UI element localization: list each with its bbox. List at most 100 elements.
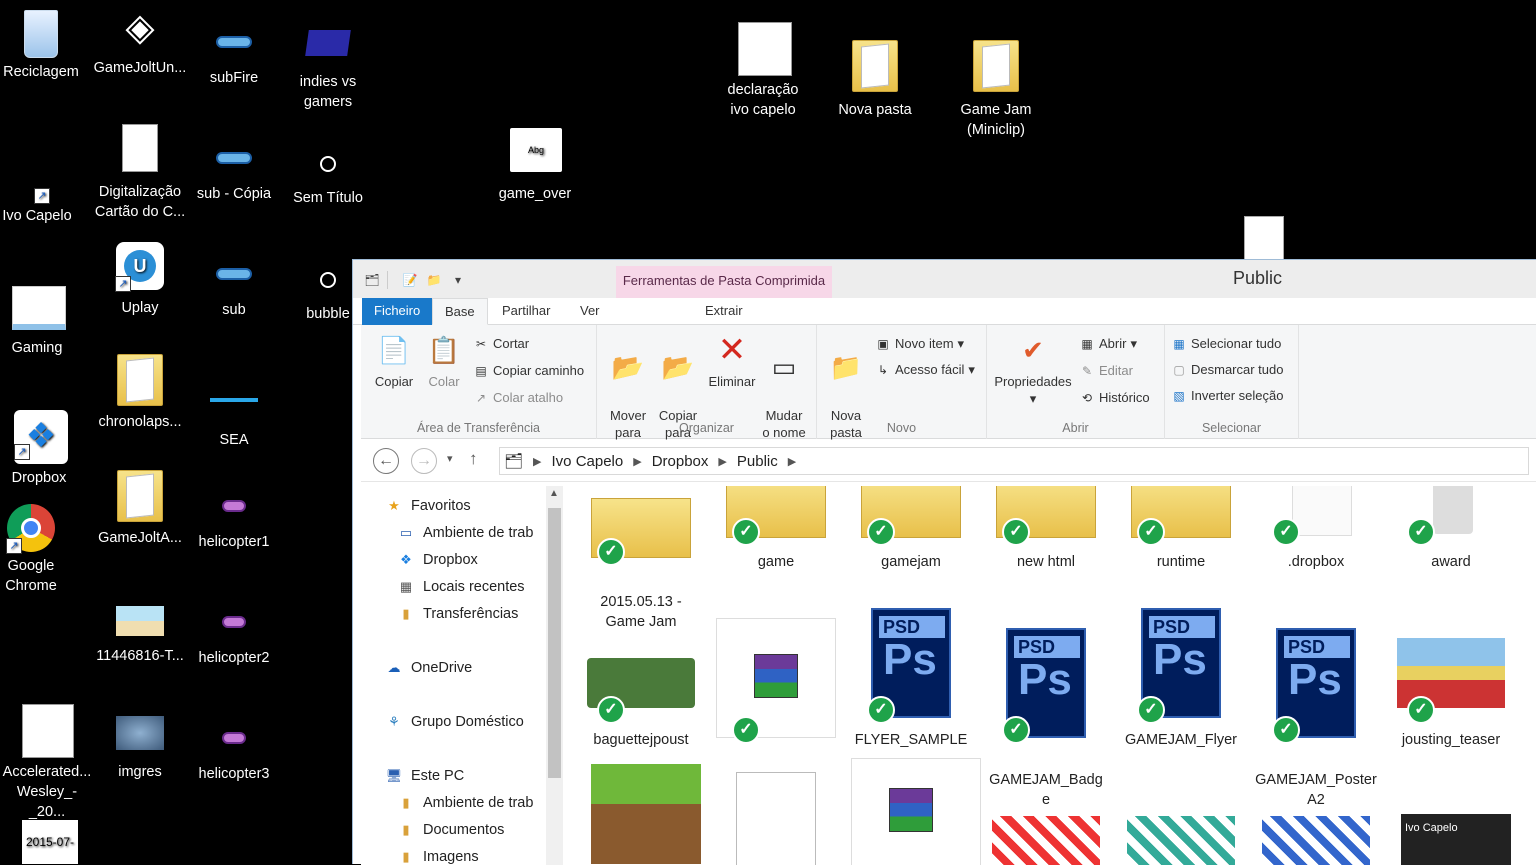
history-button[interactable]: ⟲ Histórico xyxy=(1079,387,1150,409)
sub-file[interactable]: sub xyxy=(187,256,281,320)
list-item[interactable]: ✓ new html xyxy=(981,486,1111,572)
chevron-right-icon[interactable]: ▶ xyxy=(718,455,726,468)
tab-home[interactable]: Base xyxy=(432,298,488,325)
nav-recent-places[interactable]: ▦ Locais recentes xyxy=(397,579,525,595)
chevron-right-icon[interactable]: ▶ xyxy=(533,455,541,468)
list-item[interactable]: ✓ runtime xyxy=(1116,486,1246,572)
chronolapse-folder[interactable]: chronolaps... xyxy=(93,354,187,432)
customize-toolbar-icon[interactable]: ▾ xyxy=(449,271,467,289)
cut-button[interactable]: ✂ Cortar xyxy=(473,333,529,355)
nav-pc-desktop[interactable]: ▮ Ambiente de trab xyxy=(397,795,533,811)
sync-check-icon: ✓ xyxy=(1002,518,1030,546)
copy-path-button[interactable]: ▤ Copiar caminho xyxy=(473,360,584,382)
invert-selection-button[interactable]: ▧ Inverter seleção xyxy=(1171,385,1283,407)
nova-pasta-folder[interactable]: Nova pasta xyxy=(828,40,922,120)
list-item[interactable] xyxy=(711,764,841,865)
minecraft-block-icon xyxy=(581,764,701,865)
nav-scrollbar[interactable]: ▲ xyxy=(546,486,563,865)
list-item[interactable]: ✓ game xyxy=(711,486,841,572)
explorer-app-icon[interactable]: 🗂 xyxy=(363,271,381,289)
dropbox-shortcut[interactable]: ❖ ↗ Dropbox xyxy=(0,410,86,488)
tab-share[interactable]: Partilhar xyxy=(490,298,562,325)
up-arrow-icon[interactable]: ↑ xyxy=(469,449,478,469)
recent-locations-chevron-icon[interactable]: ▾ xyxy=(447,452,453,465)
file-explorer-window: 🗂 📝 📁 ▾ Ferramentas de Pasta Comprimida … xyxy=(352,259,1536,865)
nav-favorites[interactable]: ★ Favoritos xyxy=(385,498,470,514)
edit-button[interactable]: ✎ Editar xyxy=(1079,360,1133,382)
properties-button[interactable]: ✔ Propriedades ▾ xyxy=(993,331,1073,407)
list-item[interactable]: ✓ jousting_teaser xyxy=(1386,598,1516,750)
list-item[interactable] xyxy=(1251,764,1381,865)
imgres-file[interactable]: imgres xyxy=(93,716,187,782)
image-11446816-file[interactable]: 11446816-T... xyxy=(93,606,187,666)
google-chrome-shortcut[interactable]: ↗ Google Chrome xyxy=(0,504,78,596)
nav-documents[interactable]: ▮ Documentos xyxy=(397,822,504,838)
breadcrumb-ivo-capelo[interactable]: Ivo Capelo xyxy=(552,453,624,470)
desktop-icon-label: SEA xyxy=(219,432,249,448)
tab-file[interactable]: Ficheiro xyxy=(362,298,433,325)
breadcrumb-public[interactable]: Public xyxy=(737,453,778,470)
paste-shortcut-button[interactable]: ↗ Colar atalho xyxy=(473,387,563,409)
list-item[interactable] xyxy=(1116,764,1246,865)
open-button[interactable]: ▦ Abrir ▾ xyxy=(1079,333,1137,355)
paste-button[interactable]: 📋 Colar xyxy=(419,331,469,390)
desktop-icon-label: Dropbox xyxy=(11,470,67,486)
chevron-right-icon[interactable]: ▶ xyxy=(788,455,796,468)
nav-onedrive[interactable]: ☁ OneDrive xyxy=(385,660,473,676)
ivo-capelo-shortcut[interactable]: ↗ Ivo Capelo xyxy=(0,184,84,226)
forward-button[interactable]: → xyxy=(411,448,437,474)
helicopter2-file[interactable]: helicopter2 xyxy=(187,604,281,668)
list-item[interactable]: ✓ gamejam xyxy=(846,486,976,572)
gamejolt-unity-shortcut[interactable]: ◈ GameJoltUn... xyxy=(93,6,187,78)
new-item-button[interactable]: ▣ Novo item ▾ xyxy=(875,333,964,355)
scroll-up-arrow-icon[interactable]: ▲ xyxy=(549,488,559,499)
gamejolt-a-folder[interactable]: GameJoltA... xyxy=(93,470,187,548)
list-item[interactable]: PSD Ps ✓ FLYER_SAMPLE xyxy=(846,598,976,750)
game-jam-miniclip-folder[interactable]: Game Jam (Miniclip) xyxy=(949,40,1043,140)
sem-titulo-file[interactable]: Sem Título xyxy=(281,144,375,208)
game-over-font-file[interactable]: Abg game_over xyxy=(488,128,582,204)
nav-pictures[interactable]: ▮ Imagens xyxy=(397,849,478,865)
list-item[interactable] xyxy=(576,764,706,865)
easy-access-button[interactable]: ↳ Acesso fácil ▾ xyxy=(875,359,975,381)
tab-extract[interactable]: Extrair xyxy=(693,298,755,325)
select-all-button[interactable]: ▦ Selecionar tudo xyxy=(1171,333,1281,355)
list-item[interactable]: ✓ award xyxy=(1386,486,1516,572)
select-none-button[interactable]: ▢ Desmarcar tudo xyxy=(1171,359,1283,381)
declaracao-file[interactable]: declaração ivo capelo xyxy=(716,22,810,120)
properties-icon[interactable]: 📝 xyxy=(401,271,419,289)
scrollbar-thumb[interactable] xyxy=(548,508,561,778)
list-item[interactable]: ✓ .dropbox xyxy=(1251,486,1381,572)
delete-button[interactable]: ✕ Eliminar xyxy=(707,331,757,390)
list-item[interactable] xyxy=(981,764,1111,865)
digitalizacao-file[interactable]: Digitalização Cartão do C... xyxy=(93,124,187,222)
address-field[interactable]: 🗂 ▶ Ivo Capelo ▶ Dropbox ▶ Public ▶ xyxy=(499,447,1529,475)
helicopter3-file[interactable]: helicopter3 xyxy=(187,720,281,784)
tab-view[interactable]: Ver xyxy=(568,298,612,325)
breadcrumb-dropbox[interactable]: Dropbox xyxy=(652,453,709,470)
back-button[interactable]: ← xyxy=(373,448,399,474)
uplay-shortcut[interactable]: U ↗ Uplay xyxy=(93,242,187,318)
accelerated-pdf-file[interactable]: Accelerated... Wesley_-_20... xyxy=(0,704,94,822)
gaming-shortcut[interactable]: Gaming xyxy=(0,286,84,358)
helicopter1-file[interactable]: helicopter1 xyxy=(187,488,281,552)
sea-file[interactable]: SEA xyxy=(187,372,281,450)
list-item[interactable]: PSD Ps ✓ GAMEJAM_Flyer xyxy=(1116,598,1246,750)
nav-this-pc[interactable]: 🖥 Este PC xyxy=(385,768,464,784)
list-item[interactable] xyxy=(846,758,981,865)
nav-desktop[interactable]: ▭ Ambiente de trab xyxy=(397,525,534,541)
nav-dropbox[interactable]: ❖ Dropbox xyxy=(397,552,478,568)
new-folder-icon[interactable]: 📁 xyxy=(425,271,443,289)
list-item[interactable]: ✓ baguettejpoust xyxy=(576,598,706,750)
list-item[interactable]: Ivo Capelo xyxy=(1386,764,1516,865)
chevron-right-icon[interactable]: ▶ xyxy=(633,455,641,468)
dated-file[interactable]: 2015-07- xyxy=(0,820,94,864)
nav-downloads[interactable]: ▮ Transferências xyxy=(397,606,518,622)
copy-button[interactable]: 📄 Copiar xyxy=(369,331,419,390)
recycle-bin-icon[interactable]: Reciclagem xyxy=(0,10,88,82)
subfire-file[interactable]: subFire xyxy=(187,24,281,88)
nav-homegroup[interactable]: ⚘ Grupo Doméstico xyxy=(385,714,524,730)
document-thumbnail-icon[interactable] xyxy=(1244,216,1284,260)
sub-copia-file[interactable]: sub - Cópia xyxy=(187,140,281,204)
indies-vs-gamers-file[interactable]: indies vs gamers xyxy=(281,28,375,112)
